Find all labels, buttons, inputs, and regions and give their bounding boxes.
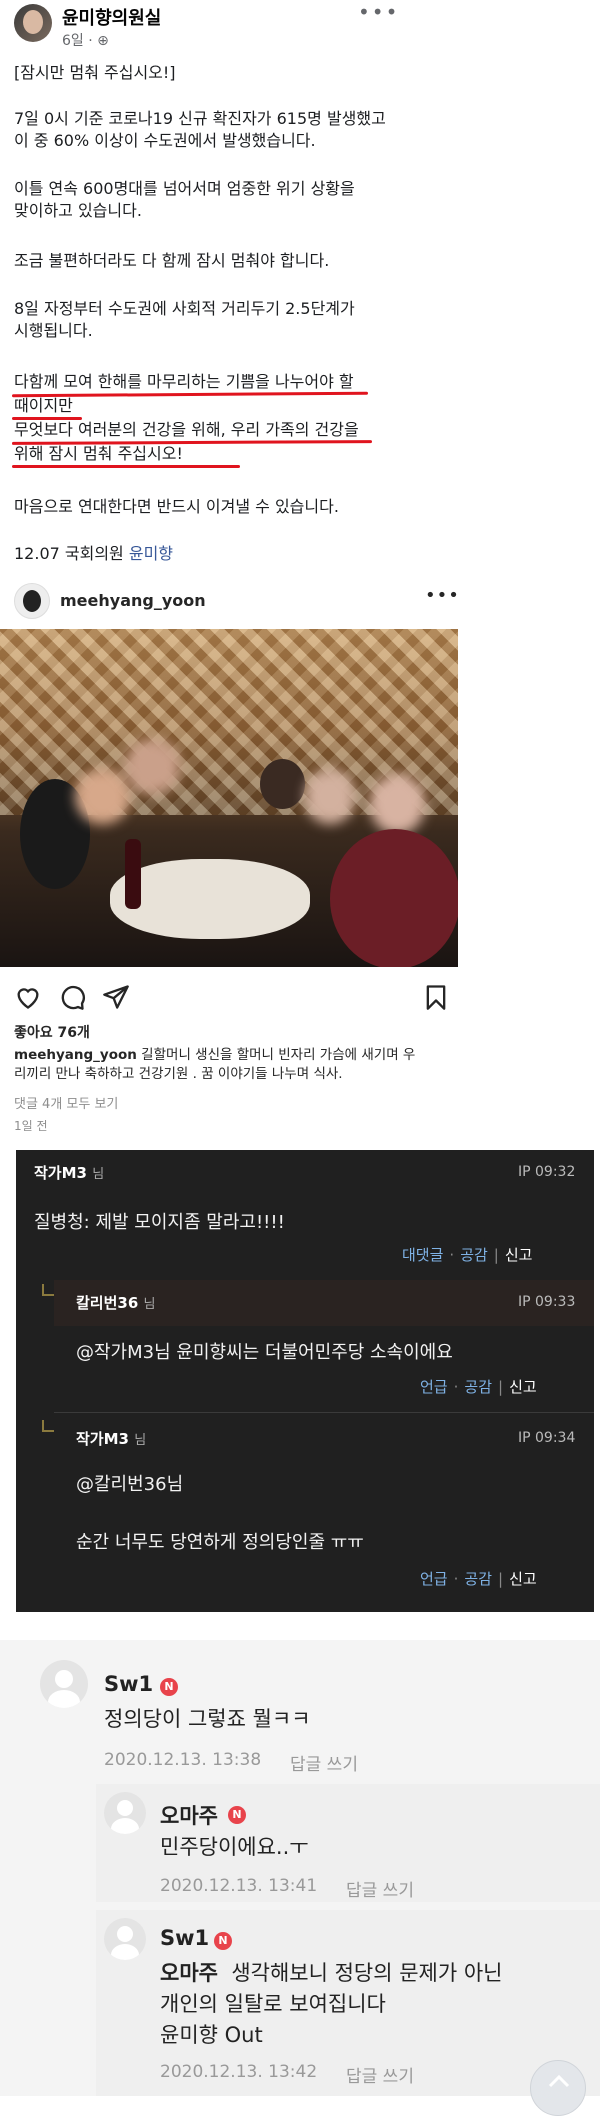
post-signature: 12.07 국회의원 윤미향	[14, 544, 174, 563]
report-button[interactable]: 신고	[509, 1378, 537, 1396]
comment-actions: 대댓글 · 공감 | 신고	[402, 1246, 533, 1264]
naver-badge-icon: N	[228, 1806, 246, 1824]
comment-author[interactable]: Sw1	[160, 1926, 209, 1950]
mention: @작가M3	[76, 1342, 155, 1363]
comment-text: 개인의 일탈로 보여집니다 윤미향 Out	[160, 1992, 386, 2047]
naver-badge-icon: N	[214, 1932, 232, 1950]
comment-ip-time: IP 09:32	[518, 1164, 576, 1180]
chevron-up-icon	[548, 2074, 570, 2088]
user-avatar[interactable]	[104, 1918, 146, 1960]
post-paragraph: 8일 자정부터 수도권에 사회적 거리두기 2.5단계가 시행됩니다.	[14, 299, 355, 340]
dark-comment-thread: 작가M3 님 IP 09:32 질병청: 제발 모이지좀 말라고!!!! 대댓글…	[16, 1150, 594, 1612]
post-paragraph: 이틀 연속 600명대를 넘어서며 엄중한 위기 상황을 맞이하고 있습니다.	[14, 179, 355, 220]
comment-text: 질병청: 제발 모이지좀 말라고!!!!	[34, 1212, 285, 1233]
report-button[interactable]: 신고	[505, 1246, 533, 1264]
caption-username: meehyang_yoon	[14, 1047, 137, 1063]
mention: 오마주	[160, 1961, 218, 1985]
mention-button[interactable]: 언급	[420, 1378, 448, 1396]
reply-indicator	[42, 1420, 54, 1432]
comment-author: 작가M3 님	[76, 1430, 147, 1448]
post-paragraph: [잠시만 멈춰 주십시오!]	[14, 63, 176, 82]
comment-author[interactable]: 오마주	[160, 1800, 218, 1830]
like-count[interactable]: 좋아요 76개	[14, 1022, 90, 1042]
report-button[interactable]: 신고	[509, 1570, 537, 1588]
author-name[interactable]: 윤미향의원실	[62, 4, 161, 30]
comment-date: 2020.12.13. 13:42	[160, 2062, 318, 2082]
post-time: 6일 ·	[62, 33, 98, 49]
comment-author: 작가M3 님	[34, 1164, 105, 1182]
view-all-comments-link[interactable]: 댓글 4개 모두 보기	[14, 1093, 118, 1112]
ig-action-bar	[14, 983, 454, 1011]
reply-button[interactable]: 답글 쓰기	[290, 1750, 358, 1775]
reply-button[interactable]: 대댓글	[402, 1246, 443, 1264]
author-link[interactable]: 윤미향	[129, 544, 173, 563]
comment-date: 2020.12.13. 13:41	[160, 1876, 318, 1896]
facebook-post: 윤미향의원실 6일 · ⊕ ••• [잠시만 멈춰 주십시오!] 7일 0시 기…	[0, 0, 600, 580]
like-button[interactable]: 공감	[460, 1246, 488, 1264]
comment-text: 민주당이에요..ㅜ	[160, 1835, 309, 1859]
comment-text: @작가M3님 윤미향씨는 더불어민주당 소속이에요	[76, 1342, 453, 1363]
naver-badge-icon: N	[160, 1678, 178, 1696]
reply-button[interactable]: 답글 쓰기	[346, 2062, 414, 2087]
comment-date: 2020.12.13. 13:38	[104, 1750, 262, 1770]
reply-indicator	[42, 1284, 54, 1296]
post-paragraph: 마음으로 연대한다면 반드시 이겨낼 수 있습니다.	[14, 497, 339, 516]
user-avatar[interactable]	[104, 1792, 146, 1834]
comment-actions: 언급 · 공감 | 신고	[420, 1378, 537, 1396]
comment-ip-time: IP 09:34	[518, 1430, 576, 1446]
more-options-icon[interactable]: •••	[425, 585, 460, 606]
comment-text: 오마주 생각해보니 정당의 문제가 아닌	[160, 1961, 503, 1985]
ig-caption: meehyang_yoon 길할머니 생신을 할머니 빈자리 가슴에 새기며 우…	[14, 1046, 454, 1084]
post-meta: 6일 · ⊕	[62, 30, 109, 50]
like-button[interactable]: 공감	[464, 1570, 492, 1588]
heart-icon[interactable]	[14, 983, 42, 1011]
bookmark-icon[interactable]	[422, 983, 450, 1011]
more-options-icon[interactable]: •••	[358, 0, 399, 24]
comment-mention: @칼리번36님	[76, 1474, 184, 1495]
user-avatar[interactable]	[40, 1660, 88, 1708]
divider	[54, 1412, 594, 1413]
red-underline	[12, 465, 240, 468]
reply-button[interactable]: 답글 쓰기	[346, 1876, 414, 1901]
instagram-post: meehyang_yoon ••• 좋아요 76개 meehyang_yoon …	[0, 575, 600, 1135]
share-icon[interactable]	[102, 983, 130, 1011]
mention-button[interactable]: 언급	[420, 1570, 448, 1588]
like-button[interactable]: 공감	[464, 1378, 492, 1396]
post-paragraph: 7일 0시 기준 코로나19 신규 확진자가 615명 발생했고 이 중 60%…	[14, 109, 386, 150]
ig-avatar[interactable]	[14, 583, 50, 619]
comment-text: 정의당이 그렇죠 뭘ㅋㅋ	[104, 1707, 311, 1731]
red-underline	[12, 417, 82, 420]
globe-icon: ⊕	[97, 33, 109, 49]
author-avatar[interactable]	[14, 4, 52, 42]
comment-ip-time: IP 09:33	[518, 1294, 576, 1310]
comment-text: 순간 너무도 당연하게 정의당인줄 ㅠㅠ	[76, 1532, 364, 1553]
post-age: 1일 전	[14, 1119, 48, 1133]
comment-icon[interactable]	[58, 983, 86, 1011]
ig-username[interactable]: meehyang_yoon	[60, 591, 206, 610]
comment-author[interactable]: Sw1	[104, 1672, 153, 1696]
post-photo	[0, 629, 458, 967]
post-paragraph: 조금 불편하더라도 다 함께 잠시 멈춰야 합니다.	[14, 251, 330, 270]
comment-author: 칼리번36 님	[76, 1294, 156, 1312]
scroll-to-top-button[interactable]	[530, 2060, 586, 2116]
comment-actions: 언급 · 공감 | 신고	[420, 1570, 537, 1588]
